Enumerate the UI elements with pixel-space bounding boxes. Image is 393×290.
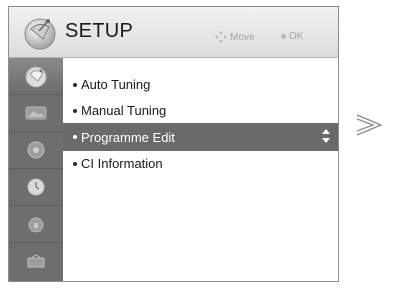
bullet-icon (73, 82, 77, 87)
lock-icon (28, 217, 44, 233)
menu-item-manual-tuning[interactable]: Manual Tuning (63, 98, 338, 123)
move-hint: Move (215, 31, 254, 43)
bullet-icon (73, 161, 77, 166)
clock-icon (27, 178, 45, 196)
navigation-arrows-icon (215, 31, 227, 43)
menu-item-auto-tuning[interactable]: Auto Tuning (63, 72, 338, 97)
category-sidebar (9, 58, 63, 281)
header-bar: SETUP Move OK (9, 7, 338, 58)
sidebar-item-picture[interactable] (9, 95, 63, 132)
menu-item-label: Auto Tuning (81, 77, 151, 92)
menu-item-programme-edit[interactable]: Programme Edit (63, 123, 338, 151)
menu-item-label: Programme Edit (81, 129, 175, 145)
sidebar-item-lock[interactable] (9, 206, 63, 243)
sidebar-item-setup[interactable] (9, 58, 63, 95)
menu-item-label: CI Information (81, 156, 163, 171)
speaker-icon (27, 141, 45, 159)
chevron-right-icon (356, 114, 383, 136)
satellite-dish-icon (25, 66, 47, 88)
option-icon (27, 253, 45, 267)
move-hint-label: Move (230, 31, 255, 43)
bullet-icon (73, 108, 77, 113)
ok-button-icon (281, 34, 286, 39)
picture-icon (25, 106, 47, 120)
menu-item-label: Manual Tuning (81, 103, 167, 118)
menu-list: Auto Tuning Manual Tuning Programme Edit… (63, 58, 338, 281)
ok-hint: OK (281, 31, 303, 42)
sidebar-item-time[interactable] (9, 169, 63, 206)
sidebar-item-option[interactable] (9, 243, 63, 280)
menu-item-ci-information[interactable]: CI Information (63, 151, 338, 176)
up-down-arrows-icon (322, 129, 330, 143)
bullet-icon (73, 135, 77, 139)
sidebar-item-audio[interactable] (9, 132, 63, 169)
page-title: SETUP (65, 20, 134, 42)
satellite-dish-icon (24, 18, 56, 50)
tv-setup-screen: SETUP Move OK Auto Tuning Manual Tuning … (8, 6, 339, 282)
ok-hint-label: OK (289, 31, 304, 42)
